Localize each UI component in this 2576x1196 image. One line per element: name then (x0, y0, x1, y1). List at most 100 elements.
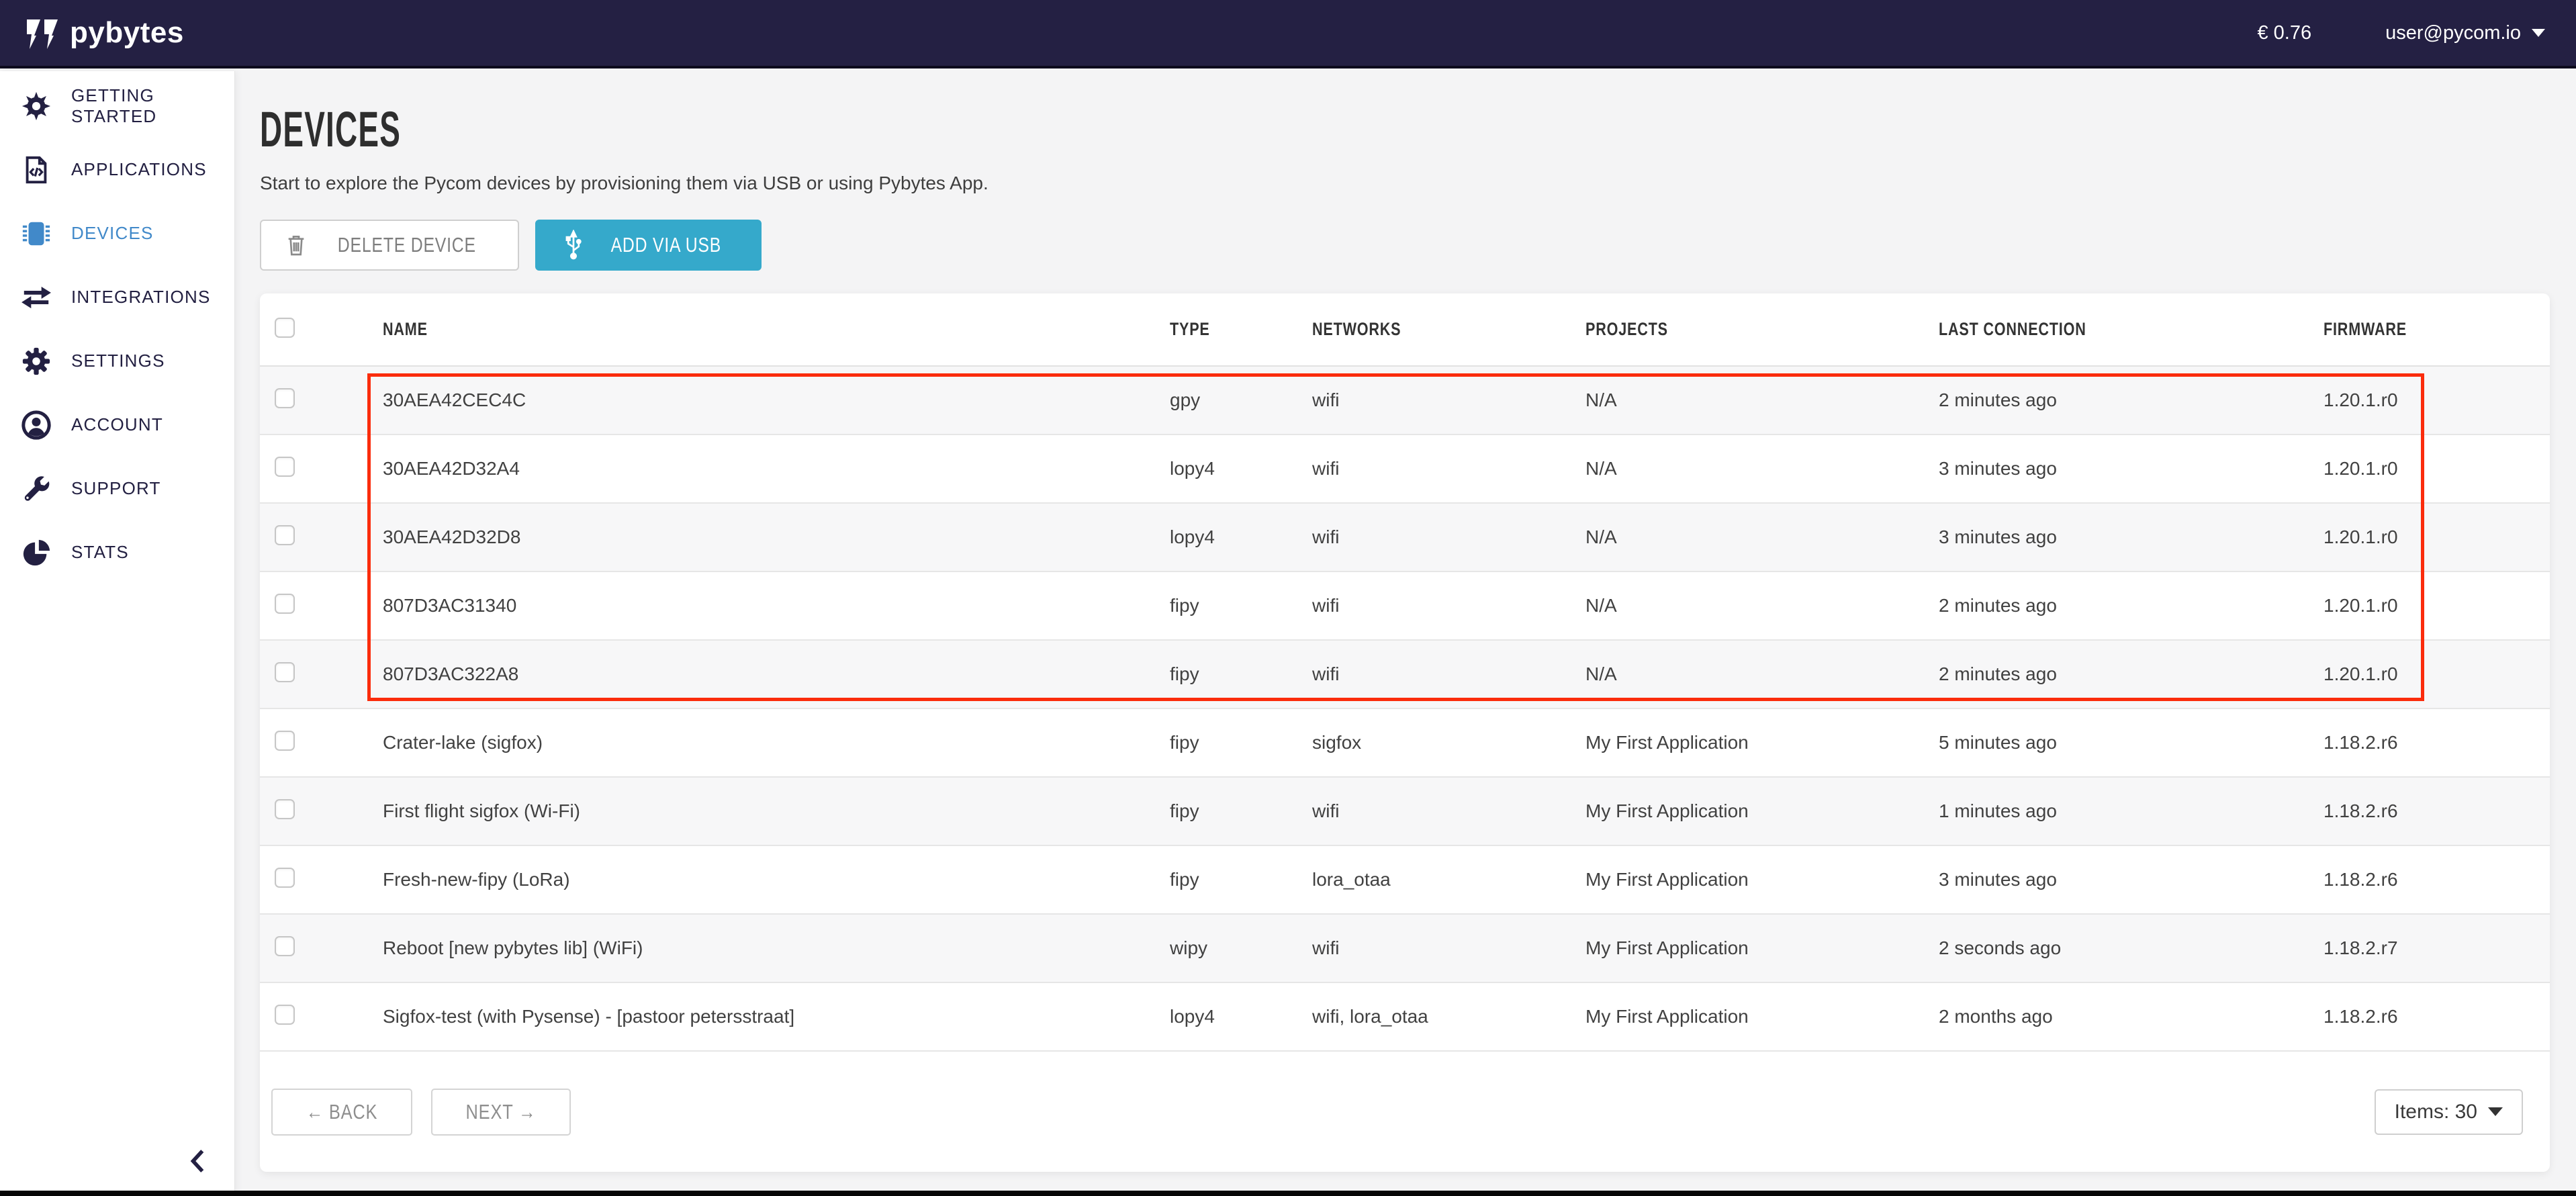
device-last-connection: 5 minutes ago (1939, 732, 2324, 753)
row-checkbox[interactable] (275, 1005, 295, 1025)
pybytes-logo-icon (24, 15, 59, 50)
logo-text: pybytes (70, 16, 184, 50)
sidebar-item-label: APPLICATIONS (71, 159, 207, 180)
device-firmware: 1.18.2.r7 (2324, 937, 2550, 959)
toolbar: DELETE DEVICE ADD VIA USB (260, 220, 2576, 271)
device-type: lopy4 (1170, 526, 1312, 548)
device-type: gpy (1170, 389, 1312, 411)
sidebar-item-stats[interactable]: STATS (0, 520, 234, 584)
select-all-checkbox[interactable] (275, 318, 295, 338)
table-body: 30AEA42CEC4C gpy wifi N/A 2 minutes ago … (260, 367, 2550, 1052)
device-networks: wifi (1312, 389, 1585, 411)
wrench-icon (20, 473, 52, 505)
arrows-exchange-icon (20, 281, 52, 314)
devices-table-card: NAME TYPE NETWORKS PROJECTS LAST CONNECT… (260, 293, 2550, 1172)
device-firmware: 1.20.1.r0 (2324, 458, 2550, 479)
device-networks: wifi (1312, 458, 1585, 479)
device-name: 30AEA42D32A4 (383, 458, 1170, 479)
sidebar-item-applications[interactable]: APPLICATIONS (0, 138, 234, 201)
sidebar-item-label: STATS (71, 542, 129, 563)
device-type: fipy (1170, 732, 1312, 753)
device-networks: lora_otaa (1312, 869, 1585, 890)
add-via-usb-button[interactable]: ADD VIA USB (535, 220, 762, 271)
sidebar-item-label: GETTING STARTED (71, 85, 234, 127)
table-row[interactable]: 30AEA42D32D8 lopy4 wifi N/A 3 minutes ag… (260, 504, 2550, 572)
device-networks: wifi, lora_otaa (1312, 1006, 1585, 1027)
table-row[interactable]: First flight sigfox (Wi-Fi) fipy wifi My… (260, 778, 2550, 846)
device-networks: wifi (1312, 595, 1585, 616)
balance-amount: € 0.76 (2257, 22, 2311, 44)
column-header-last-connection: LAST CONNECTION (1939, 319, 2086, 340)
items-per-page-dropdown[interactable]: Items: 30 (2375, 1089, 2523, 1135)
next-button[interactable]: NEXT → (431, 1089, 571, 1136)
row-checkbox[interactable] (275, 594, 295, 614)
top-navbar: pybytes € 0.76 user@pycom.io (0, 0, 2576, 68)
device-name: Sigfox-test (with Pysense) - [pastoor pe… (383, 1006, 1170, 1027)
device-type: lopy4 (1170, 458, 1312, 479)
device-projects: My First Application (1585, 732, 1939, 753)
table-footer: ← BACK NEXT → Items: 30 (260, 1052, 2550, 1172)
device-name: 807D3AC31340 (383, 595, 1170, 616)
table-header-row: NAME TYPE NETWORKS PROJECTS LAST CONNECT… (260, 293, 2550, 367)
device-networks: wifi (1312, 937, 1585, 959)
device-type: fipy (1170, 800, 1312, 822)
pybytes-logo: pybytes (24, 15, 184, 50)
device-name: 807D3AC322A8 (383, 663, 1170, 685)
device-last-connection: 2 months ago (1939, 1006, 2324, 1027)
row-checkbox[interactable] (275, 662, 295, 682)
usb-icon (562, 230, 585, 261)
row-checkbox[interactable] (275, 799, 295, 819)
device-name: 30AEA42CEC4C (383, 389, 1170, 411)
add-via-usb-label: ADD VIA USB (610, 233, 721, 257)
device-type: fipy (1170, 663, 1312, 685)
sidebar-item-devices[interactable]: DEVICES (0, 201, 234, 265)
column-header-type: TYPE (1170, 319, 1210, 340)
delete-device-label: DELETE DEVICE (338, 233, 476, 257)
user-menu[interactable]: user@pycom.io (2385, 22, 2545, 44)
sidebar-collapse-button[interactable] (186, 1148, 210, 1175)
delete-device-button[interactable]: DELETE DEVICE (260, 220, 519, 271)
sidebar-item-label: INTEGRATIONS (71, 287, 210, 308)
caret-down-icon (2532, 29, 2545, 37)
device-name: First flight sigfox (Wi-Fi) (383, 800, 1170, 822)
sidebar-item-label: SUPPORT (71, 478, 161, 499)
back-button-label: ← BACK (306, 1100, 378, 1124)
column-header-networks: NETWORKS (1312, 319, 1401, 340)
row-checkbox[interactable] (275, 525, 295, 545)
table-row[interactable]: 30AEA42CEC4C gpy wifi N/A 2 minutes ago … (260, 367, 2550, 435)
row-checkbox[interactable] (275, 388, 295, 408)
sidebar-item-support[interactable]: SUPPORT (0, 457, 234, 520)
table-row[interactable]: Fresh-new-fipy (LoRa) fipy lora_otaa My … (260, 846, 2550, 915)
sidebar-item-account[interactable]: ACCOUNT (0, 393, 234, 457)
table-row[interactable]: 807D3AC322A8 fipy wifi N/A 2 minutes ago… (260, 641, 2550, 709)
device-last-connection: 1 minutes ago (1939, 800, 2324, 822)
row-checkbox[interactable] (275, 936, 295, 956)
row-checkbox[interactable] (275, 457, 295, 477)
device-projects: My First Application (1585, 800, 1939, 822)
device-last-connection: 2 minutes ago (1939, 663, 2324, 685)
table-row[interactable]: Sigfox-test (with Pysense) - [pastoor pe… (260, 983, 2550, 1052)
table-row[interactable]: Reboot [new pybytes lib] (WiFi) wipy wif… (260, 915, 2550, 983)
sidebar-item-getting-started[interactable]: GETTING STARTED (0, 74, 234, 138)
device-name: Fresh-new-fipy (LoRa) (383, 869, 1170, 890)
device-firmware: 1.18.2.r6 (2324, 869, 2550, 890)
sidebar-item-settings[interactable]: SETTINGS (0, 329, 234, 393)
table-row[interactable]: 807D3AC31340 fipy wifi N/A 2 minutes ago… (260, 572, 2550, 641)
row-checkbox[interactable] (275, 868, 295, 888)
caret-down-icon (2488, 1107, 2503, 1116)
device-networks: wifi (1312, 800, 1585, 822)
table-row[interactable]: 30AEA42D32A4 lopy4 wifi N/A 3 minutes ag… (260, 435, 2550, 504)
device-firmware: 1.20.1.r0 (2324, 663, 2550, 685)
table-row[interactable]: Crater-lake (sigfox) fipy sigfox My Firs… (260, 709, 2550, 778)
sun-icon (20, 90, 52, 122)
row-checkbox[interactable] (275, 731, 295, 751)
main-content: DEVICES Start to explore the Pycom devic… (235, 71, 2576, 1196)
person-icon (20, 409, 52, 441)
sidebar-item-integrations[interactable]: INTEGRATIONS (0, 265, 234, 329)
device-firmware: 1.20.1.r0 (2324, 595, 2550, 616)
column-header-projects: PROJECTS (1585, 319, 1668, 340)
back-button[interactable]: ← BACK (271, 1089, 412, 1136)
device-projects: My First Application (1585, 869, 1939, 890)
code-document-icon (20, 154, 52, 186)
device-type: fipy (1170, 595, 1312, 616)
